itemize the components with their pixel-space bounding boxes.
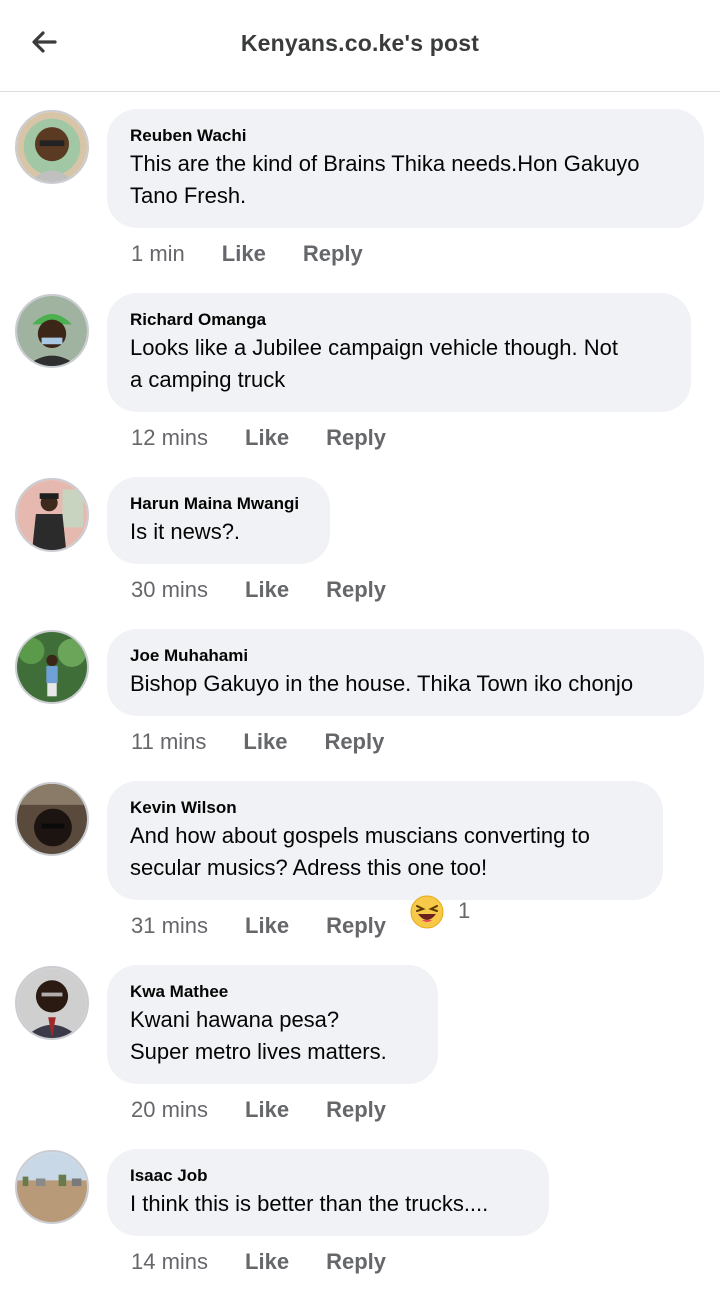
comment-actions: 30 mins Like Reply	[131, 575, 386, 605]
like-button[interactable]: Like	[245, 577, 289, 603]
comment-time[interactable]: 14 mins	[131, 1249, 208, 1275]
comment-bubble[interactable]: Joe Muhahami Bishop Gakuyo in the house.…	[107, 629, 704, 716]
avatar[interactable]	[15, 782, 89, 856]
comment-bubble[interactable]: Isaac Job I think this is better than th…	[107, 1149, 549, 1236]
comment-text: This are the kind of Brains Thika needs.…	[130, 151, 640, 208]
comment-bubble[interactable]: Richard Omanga Looks like a Jubilee camp…	[107, 293, 691, 412]
comment-bubble[interactable]: Harun Maina Mwangi Is it news?.	[107, 477, 330, 564]
reply-button[interactable]: Reply	[326, 577, 386, 603]
comment-time[interactable]: 12 mins	[131, 425, 208, 451]
like-button[interactable]: Like	[245, 1097, 289, 1123]
reply-button[interactable]: Reply	[326, 425, 386, 451]
comment-author[interactable]: Isaac Job	[130, 1165, 525, 1187]
comment-text: And how about gospels muscians convertin…	[130, 823, 590, 880]
comment-author[interactable]: Harun Maina Mwangi	[130, 493, 306, 515]
comment-text: I think this is better than the trucks..…	[130, 1191, 489, 1216]
comment-text: Bishop Gakuyo in the house. Thika Town i…	[130, 671, 634, 696]
comment-author[interactable]: Reuben Wachi	[130, 125, 680, 147]
avatar[interactable]	[15, 630, 89, 704]
top-bar: Kenyans.co.ke's post	[0, 0, 720, 92]
comment-author[interactable]: Kwa Mathee	[130, 981, 414, 1003]
laughing-emoji-icon[interactable]	[410, 895, 444, 929]
comment-author[interactable]: Joe Muhahami	[130, 645, 680, 667]
like-button[interactable]: Like	[243, 729, 287, 755]
comment-actions: 20 mins Like Reply	[131, 1095, 386, 1125]
comment-time[interactable]: 30 mins	[131, 577, 208, 603]
like-button[interactable]: Like	[245, 913, 289, 939]
comment-time[interactable]: 11 mins	[131, 729, 206, 755]
avatar[interactable]	[15, 110, 89, 184]
reply-button[interactable]: Reply	[303, 241, 363, 267]
comment-time[interactable]: 31 mins	[131, 913, 208, 939]
avatar[interactable]	[15, 1150, 89, 1224]
comment-author[interactable]: Richard Omanga	[130, 309, 667, 331]
comment-bubble[interactable]: Reuben Wachi This are the kind of Brains…	[107, 109, 704, 228]
like-button[interactable]: Like	[222, 241, 266, 267]
avatar[interactable]	[15, 294, 89, 368]
avatar[interactable]	[15, 966, 89, 1040]
comment-actions: 31 mins Like Reply	[131, 911, 386, 941]
comment-bubble[interactable]: Kwa Mathee Kwani hawana pesa? Super metr…	[107, 965, 438, 1084]
avatar[interactable]	[15, 478, 89, 552]
like-button[interactable]: Like	[245, 1249, 289, 1275]
comment-actions: 12 mins Like Reply	[131, 423, 386, 453]
reply-button[interactable]: Reply	[326, 1097, 386, 1123]
reply-button[interactable]: Reply	[324, 729, 384, 755]
comment-time[interactable]: 20 mins	[131, 1097, 208, 1123]
comment-actions: 14 mins Like Reply	[131, 1247, 386, 1277]
comment-text: Looks like a Jubilee campaign vehicle th…	[130, 335, 618, 392]
comment-text: Kwani hawana pesa? Super metro lives mat…	[130, 1007, 387, 1064]
comment-bubble[interactable]: Kevin Wilson And how about gospels musci…	[107, 781, 663, 900]
comment-text: Is it news?.	[130, 519, 241, 544]
comment-time[interactable]: 1 min	[131, 241, 185, 267]
reply-button[interactable]: Reply	[326, 1249, 386, 1275]
reaction-count[interactable]: 1	[458, 898, 470, 924]
reply-button[interactable]: Reply	[326, 913, 386, 939]
page-title: Kenyans.co.ke's post	[240, 30, 480, 56]
comment-actions: 11 mins Like Reply	[131, 727, 384, 757]
like-button[interactable]: Like	[245, 425, 289, 451]
comment-actions: 1 min Like Reply	[131, 239, 363, 269]
comment-author[interactable]: Kevin Wilson	[130, 797, 639, 819]
